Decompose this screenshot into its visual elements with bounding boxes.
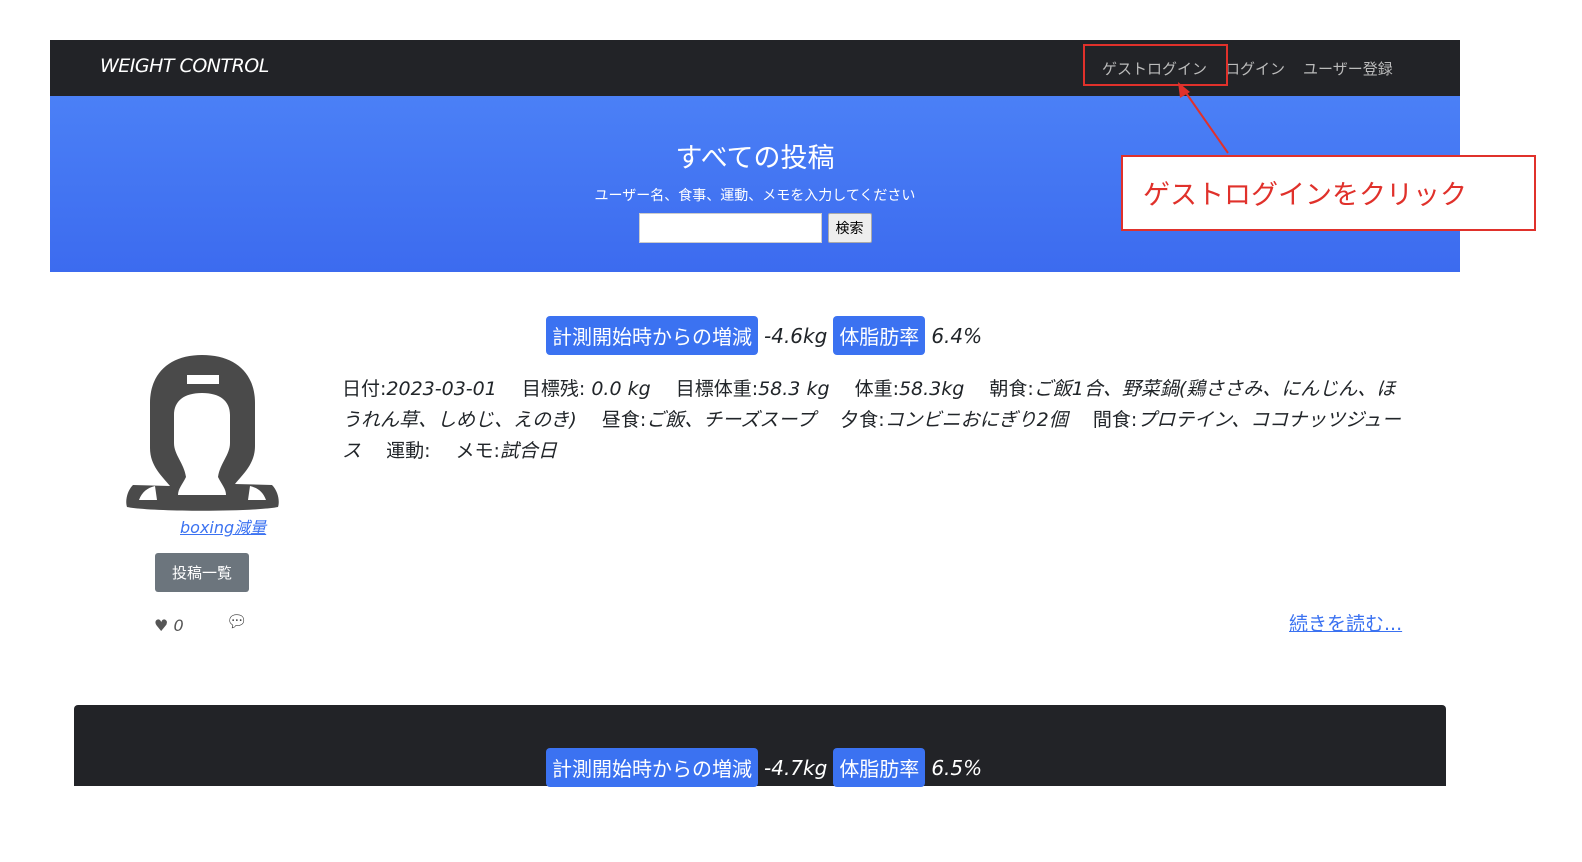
post-stats: 計測開始時からの増減 -4.6kg 体脂肪率 6.4% xyxy=(546,316,982,355)
weight-change-value: -4.7kg xyxy=(764,755,828,780)
field-label: 体重: xyxy=(854,378,899,400)
field-value: 0.0 kg xyxy=(585,378,651,400)
field-value: 58.3kg xyxy=(898,378,965,400)
field-value: コンビニおにぎり2個 xyxy=(884,409,1068,431)
post-stats: 計測開始時からの増減 -4.7kg 体脂肪率 6.5% xyxy=(546,748,982,787)
field-label: 目標残: xyxy=(521,378,586,400)
heart-icon: ♥ xyxy=(154,616,169,635)
post-body: 日付:2023-03-01 目標残: 0.0 kg 目標体重:58.3 kg 体… xyxy=(342,374,1402,467)
field-value: 58.3 kg xyxy=(758,378,830,400)
weight-change-badge: 計測開始時からの増減 xyxy=(546,748,758,787)
comment-icon[interactable]: 💬︎ xyxy=(226,612,248,632)
body-fat-badge: 体脂肪率 xyxy=(833,316,926,355)
annotation-callout: ゲストログインをクリック xyxy=(1121,155,1536,231)
username-link[interactable]: boxing減量 xyxy=(180,514,266,538)
weight-change-value: -4.6kg xyxy=(764,323,828,348)
read-more-link[interactable]: 続きを読む... xyxy=(1289,609,1402,636)
field-label: 日付: xyxy=(342,378,387,400)
field-label: 運動: xyxy=(386,440,431,462)
like-count: 0 xyxy=(173,616,184,635)
field-label: 間食: xyxy=(1092,409,1138,431)
field-value: ご飯、チーズスープ xyxy=(646,409,816,431)
like-button[interactable]: ♥ 0 xyxy=(154,616,184,635)
post-list-button[interactable]: 投稿一覧 xyxy=(155,553,249,592)
body-fat-value: 6.5% xyxy=(931,755,983,780)
field-value: 試合日 xyxy=(499,440,557,462)
field-label: メモ: xyxy=(455,440,500,462)
avatar[interactable] xyxy=(125,355,280,512)
field-label: 昼食: xyxy=(601,409,647,431)
field-label: 目標体重: xyxy=(675,378,759,400)
weight-change-badge: 計測開始時からの増減 xyxy=(546,316,758,355)
body-fat-value: 6.4% xyxy=(931,323,983,348)
field-label: 夕食: xyxy=(840,409,885,431)
body-fat-badge: 体脂肪率 xyxy=(833,748,926,787)
field-value: 2023-03-01 xyxy=(386,378,497,400)
field-label: 朝食: xyxy=(989,378,1034,400)
